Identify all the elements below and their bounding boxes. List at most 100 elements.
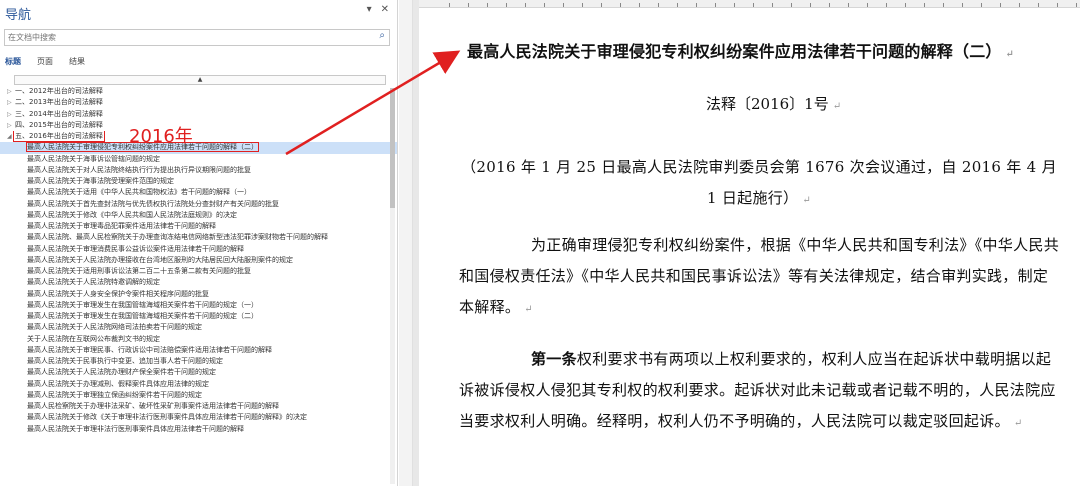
ruler-tick — [1038, 3, 1039, 7]
nav-scrollbar[interactable] — [390, 88, 395, 484]
ruler-tick — [905, 3, 906, 7]
tab-pages[interactable]: 页面 — [37, 56, 53, 67]
tree-heading-label: 三、2014年出台的司法解释 — [15, 109, 103, 118]
tree-heading-item[interactable]: ◢ 五、2016年出台的司法解释 — [0, 131, 397, 142]
tree-subheading-label: 最高人民法院关于审理发生在我国管辖海域相关案件若干问题的规定（二） — [27, 312, 258, 320]
tree-subheading-item[interactable]: 最高人民法院关于人民法院网络司法拍卖若干问题的规定 — [0, 322, 397, 333]
paragraph-mark: ↵ — [1013, 418, 1023, 429]
ruler-tick — [943, 3, 944, 7]
tab-results[interactable]: 结果 — [69, 56, 85, 67]
tree-subheading-item[interactable]: 最高人民法院关于修改《中华人民共和国人民法院法庭规则》的决定 — [0, 210, 397, 221]
ruler-tick — [449, 3, 450, 7]
tree-heading-item[interactable]: ▷ 二、2013年出台的司法解释 — [0, 97, 397, 108]
document-page[interactable]: 最高人民法院关于审理侵犯专利权纠纷案件应用法律若干问题的解释（二） ↵ 法释〔20… — [419, 9, 1080, 486]
scroll-up-button[interactable]: ▲ — [14, 75, 386, 85]
tree-subheading-item[interactable]: 最高人民法院关于审理发生在我国管辖海域相关案件若干问题的规定（二） — [0, 311, 397, 322]
tree-subheading-item[interactable]: 最高人民法院关于审理发生在我国管辖海域相关案件若干问题的规定（一） — [0, 300, 397, 311]
tree-subheading-label: 最高人民法院关于审理独立保函纠纷案件若干问题的规定 — [27, 390, 202, 399]
nav-pane-controls: ▾ ✕ — [367, 4, 389, 15]
ruler-tick — [753, 3, 754, 7]
tree-subheading-label: 最高人民法院关于首先查封法院与优先债权执行法院处分查封财产有关问题的批复 — [27, 199, 279, 208]
adoption-note-text: （2016 年 1 月 25 日最高人民法院审判委员会第 1676 次会议通过，… — [461, 158, 1057, 207]
tree-subheading-label: 最高人民法院关于修改《中华人民共和国人民法院法庭规则》的决定 — [27, 210, 237, 219]
navigation-pane: 导航 ▾ ✕ ⌕ 标题 页面 结果 ▲ ▷一、2012年出台的司法解释▷二、20… — [0, 0, 398, 486]
collapsed-caret-icon[interactable]: ▷ — [7, 86, 15, 97]
tree-subheading-label: 最高人民法院关于适用《中华人民共和国物权法》若干问题的解释（一） — [27, 188, 251, 197]
search-input[interactable] — [5, 30, 365, 45]
ruler-tick — [962, 3, 963, 7]
tree-heading-item[interactable]: ▷ 三、2014年出台的司法解释 — [0, 109, 397, 120]
tree-subheading-label: 最高人民法院关于海事诉讼管辖问题的规定 — [27, 154, 160, 163]
tree-subheading-item[interactable]: 最高人民法院关于审理消费民事公益诉讼案件适用法律若干问题的解释 — [0, 244, 397, 255]
tree-subheading-item[interactable]: 最高人民法院、最高人民检察院关于办理查询冻结电信网络新型违法犯罪涉案财物若干问题… — [0, 232, 397, 243]
tree-subheading-item[interactable]: 最高人民法院关于人民法院办理接收在台湾地区服刑的大陆居民回大陆服刑案件的规定 — [0, 255, 397, 266]
ruler-tick — [772, 3, 773, 7]
tree-subheading-label: 最高人民法院关于人民法院网络司法拍卖若干问题的规定 — [27, 323, 202, 332]
tree-subheading-item[interactable]: 最高人民法院关于办理减刑、假释案件具体应用法律的规定 — [0, 379, 397, 390]
paragraph-mark: ↵ — [832, 101, 842, 112]
tree-subheading-label: 关于人民法院在互联网公布裁判文书的规定 — [27, 334, 160, 343]
paragraph-mark: ↵ — [1005, 49, 1015, 60]
tree-subheading-item[interactable]: 最高人民法院关于对人民法院终结执行行为提出执行异议期限问题的批复 — [0, 165, 397, 176]
ruler-tick — [791, 3, 792, 7]
tree-subheading-label: 最高人民法院、最高人民检察院关于办理查询冻结电信网络新型违法犯罪涉案财物若干问题… — [27, 233, 328, 242]
tree-subheading-label: 最高人民法院关于审理发生在我国管辖海域相关案件若干问题的规定（一） — [27, 300, 258, 309]
ruler-tick — [487, 3, 488, 7]
tree-subheading-item[interactable]: 最高人民法院关于适用《中华人民共和国物权法》若干问题的解释（一） — [0, 187, 397, 198]
tab-headings[interactable]: 标题 — [5, 56, 21, 67]
tree-heading-item[interactable]: ▷ 四、2015年出台的司法解释 — [0, 120, 397, 131]
tree-subheading-item[interactable]: 最高人民法院关于适用刑事诉讼法第二百二十五条第二款有关问题的批复 — [0, 266, 397, 277]
tree-subheading-label: 最高人民法院关于人民法院特邀调解的规定 — [27, 278, 160, 287]
tree-subheading-item[interactable]: 最高人民法院关于海事法院受理案件范围的规定 — [0, 176, 397, 187]
tree-heading-label: 一、2012年出台的司法解释 — [15, 87, 103, 95]
search-icon[interactable]: ⌕ — [379, 30, 385, 41]
collapsed-caret-icon[interactable]: ▷ — [7, 120, 15, 131]
nav-tabs: 标题 页面 结果 — [5, 56, 85, 67]
tree-subheading-item[interactable]: 最高人民法院关于审理民事、行政诉讼中司法赔偿案件适用法律若干问题的解释 — [0, 345, 397, 356]
tree-subheading-item[interactable]: 最高人民法院关于修改《关于审理非法行医刑事案件具体应用法律若干问题的解释》的决定 — [0, 412, 397, 423]
tree-subheading-item[interactable]: 最高人民法院关于首先查封法院与优先债权执行法院处分查封财产有关问题的批复 — [0, 199, 397, 210]
tree-subheading-item[interactable]: 最高人民法院关于人民法院特邀调解的规定 — [0, 277, 397, 288]
tree-subheading-item[interactable]: 最高人民法院关于人身安全保护令案件相关程序问题的批复 — [0, 289, 397, 300]
tree-heading-item[interactable]: ▷ 一、2012年出台的司法解释 — [0, 86, 397, 97]
ruler-tick — [867, 3, 868, 7]
ruler-tick — [1019, 3, 1020, 7]
tree-subheading-label: 最高人民法院关于审理消费民事公益诉讼案件适用法律若干问题的解释 — [27, 244, 244, 253]
expanded-caret-icon[interactable]: ◢ — [7, 131, 15, 142]
paragraph-mark: ↵ — [802, 195, 812, 206]
tree-subheading-item[interactable]: 最高人民检察院关于办理非法采矿、破坏性采矿刑事案件适用法律若干问题的解释 — [0, 401, 397, 412]
nav-pane-title: 导航 — [5, 8, 32, 23]
search-box: ⌕ — [4, 29, 390, 46]
ruler-tick — [506, 3, 507, 7]
ruler-tick — [886, 3, 887, 7]
tree-subheading-item[interactable]: 最高人民法院关于人民法院办理财产保全案件若干问题的规定 — [0, 367, 397, 378]
ruler-tick — [468, 3, 469, 7]
collapsed-caret-icon[interactable]: ▷ — [7, 97, 15, 108]
ruler-tick — [525, 3, 526, 7]
tree-subheading-item[interactable]: 关于人民法院在互联网公布裁判文书的规定 — [0, 334, 397, 345]
tree-subheading-item[interactable]: 最高人民法院关于民事执行中变更、追加当事人若干问题的规定 — [0, 356, 397, 367]
tree-subheading-label: 最高人民法院关于人身安全保护令案件相关程序问题的批复 — [27, 289, 209, 298]
dropdown-icon[interactable]: ▾ — [367, 4, 372, 15]
close-icon[interactable]: ✕ — [381, 4, 389, 15]
ruler-tick — [582, 3, 583, 7]
tree-subheading-item[interactable]: 最高人民法院关于海事诉讼管辖问题的规定 — [0, 154, 397, 165]
tree-subheading-label: 最高人民检察院关于办理非法采矿、破坏性采矿刑事案件适用法律若干问题的解释 — [27, 402, 279, 410]
tree-subheading-label: 最高人民法院关于修改《关于审理非法行医刑事案件具体应用法律若干问题的解释》的决定 — [27, 413, 307, 422]
tree-subheading-item[interactable]: 最高人民法院关于审理非法行医刑事案件具体应用法律若干问题的解释 — [0, 424, 397, 435]
ruler-tick — [601, 3, 602, 7]
tree-subheading-label: 最高人民法院关于审理毒品犯罪案件适用法律若干问题的解释 — [27, 222, 216, 230]
ruler-tick — [658, 3, 659, 7]
ruler-tick — [1076, 3, 1077, 7]
collapsed-caret-icon[interactable]: ▷ — [7, 109, 15, 120]
tree-subheading-item[interactable]: 最高人民法院关于审理独立保函纠纷案件若干问题的规定 — [0, 390, 397, 401]
tree-subheading-label: 最高人民法院关于民事执行中变更、追加当事人若干问题的规定 — [27, 357, 223, 365]
preamble-text: 为正确审理侵犯专利权纠纷案件，根据《中华人民共和国专利法》《中华人民共和国侵权责… — [459, 236, 1060, 316]
ruler-tick — [981, 3, 982, 7]
tree-subheading-item[interactable]: 最高人民法院关于审理侵犯专利权纠纷案件应用法律若干问题的解释（二） — [0, 142, 397, 154]
tree-subheading-item[interactable]: 最高人民法院关于审理毒品犯罪案件适用法律若干问题的解释 — [0, 221, 397, 232]
ruler-tick — [1000, 3, 1001, 7]
scrollbar-thumb[interactable] — [390, 88, 395, 208]
ruler-tick — [715, 3, 716, 7]
document-title-text: 最高人民法院关于审理侵犯专利权纠纷案件应用法律若干问题的解释（二） — [467, 42, 1002, 61]
